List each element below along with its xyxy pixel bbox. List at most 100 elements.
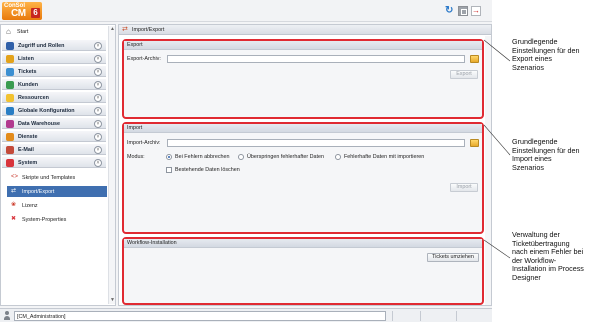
sidebar-subitem-label: Import/Export <box>22 189 55 195</box>
sidebar-item-listen[interactable]: Listen ˅ <box>2 52 106 64</box>
sidebar-subitem-label: Skripte und Templates <box>22 175 76 181</box>
status-bar: [CM_Administration] <box>0 308 492 322</box>
import-export-icon: ⇄ <box>11 188 17 194</box>
radio-skip-faulty-data[interactable] <box>238 154 244 160</box>
export-folder-icon[interactable] <box>470 55 479 63</box>
radio-abort-on-error[interactable] <box>166 154 172 160</box>
chevron-down-icon[interactable]: ˅ <box>94 133 102 141</box>
annotation-workflow: Verwaltung der Ticketübertragung nach eine… <box>512 230 600 283</box>
import-export-icon: ⇄ <box>122 26 128 33</box>
import-section-title: Import <box>127 125 143 131</box>
chevron-down-icon[interactable]: ˅ <box>94 94 102 102</box>
properties-icon: ✖ <box>11 216 17 222</box>
import-archive-field[interactable] <box>167 139 465 147</box>
sidebar-item-label: Kunden <box>18 82 39 88</box>
sidebar-scrollbar[interactable]: ▲ ▼ <box>108 26 115 304</box>
sidebar-subitem-system-properties[interactable]: ✖ System-Properties <box>7 214 107 225</box>
sidebar-subitem-label: Lizenz <box>22 203 38 209</box>
status-segment <box>420 311 456 321</box>
status-segment <box>456 311 492 321</box>
refresh-icon[interactable]: ↻ <box>445 6 455 16</box>
sidebar-item-system[interactable]: System ˄ <box>2 156 106 168</box>
annotation-line-text: Szenarios <box>512 62 544 72</box>
export-archive-label: Export-Archiv: <box>127 56 161 62</box>
chevron-down-icon[interactable]: ˅ <box>94 68 102 76</box>
import-folder-icon[interactable] <box>470 139 479 147</box>
sidebar-item-globale-konfiguration[interactable]: Globale Konfiguration ˅ <box>2 104 106 116</box>
chevron-down-icon[interactable]: ˅ <box>94 146 102 154</box>
warehouse-icon <box>6 120 14 128</box>
sidebar-item-dienste[interactable]: Dienste ˅ <box>2 130 106 142</box>
import-button[interactable]: Import <box>450 183 478 192</box>
delete-existing-data-checkbox[interactable] <box>166 167 172 173</box>
annotation-line-text: Szenarios <box>512 162 544 172</box>
panel-header: ⇄ Import/Export <box>119 25 491 35</box>
workflow-installation-section: Workflow-Installation Tickets umziehen <box>122 237 484 305</box>
status-segment <box>392 311 420 321</box>
chevron-up-icon[interactable]: ˄ <box>94 159 102 167</box>
radio-import-faulty-data-label: Fehlerhafte Daten mit importieren <box>344 154 425 160</box>
key-icon <box>6 42 14 50</box>
sidebar-item-label: Tickets <box>18 69 37 75</box>
export-section-header: Export <box>124 41 482 50</box>
delete-existing-data-label: Bestehende Daten löschen <box>175 167 240 173</box>
scroll-down-icon[interactable]: ▼ <box>110 298 115 303</box>
ticket-icon <box>6 68 14 76</box>
scroll-up-icon[interactable]: ▲ <box>110 27 115 32</box>
window-icon[interactable] <box>458 6 468 16</box>
import-archive-label: Import-Archiv: <box>127 140 161 146</box>
chevron-down-icon[interactable]: ˅ <box>94 107 102 115</box>
workflow-section-header: Workflow-Installation <box>124 239 482 248</box>
sidebar-item-label: Listen <box>18 56 34 62</box>
gear-icon <box>6 159 14 167</box>
import-export-panel: ⇄ Import/Export Export Export-Archiv: Ex… <box>118 24 492 306</box>
move-tickets-button[interactable]: Tickets umziehen <box>427 253 479 262</box>
sidebar-item-ressourcen[interactable]: Ressourcen ˅ <box>2 91 106 103</box>
sidebar-item-data-warehouse[interactable]: Data Warehouse ˅ <box>2 117 106 129</box>
sidebar-item-label: Dienste <box>18 134 38 140</box>
logo-text-cm: CM <box>11 8 26 19</box>
chevron-down-icon[interactable]: ˅ <box>94 42 102 50</box>
application-window: ConSol CM 6 ↻ → ⌂ Start Zugriff und Roll… <box>0 0 492 322</box>
sidebar-subitem-lizenz[interactable]: ❀ Lizenz <box>7 200 107 211</box>
consol-cm-logo: ConSol CM 6 <box>2 2 42 20</box>
export-section-title: Export <box>127 42 143 48</box>
import-section-header: Import <box>124 124 482 133</box>
chevron-down-icon[interactable]: ˅ <box>94 55 102 63</box>
logo-text-version: 6 <box>31 8 40 18</box>
export-archive-field[interactable] <box>167 55 465 63</box>
import-mode-label: Modus: <box>127 154 145 160</box>
chevron-down-icon[interactable]: ˅ <box>94 120 102 128</box>
sidebar-item-zugriff-und-rollen[interactable]: Zugriff und Rollen ˅ <box>2 39 106 51</box>
export-button[interactable]: Export <box>450 70 478 79</box>
user-icon <box>4 311 10 320</box>
license-icon: ❀ <box>11 202 17 208</box>
sidebar-subitem-import-export[interactable]: ⇄ Import/Export <box>7 186 107 197</box>
customer-icon <box>6 81 14 89</box>
sidebar-subitem-skripte-und-templates[interactable]: <> Skripte und Templates <box>7 172 107 183</box>
panel-title: Import/Export <box>132 27 165 33</box>
chevron-down-icon[interactable]: ˅ <box>94 81 102 89</box>
sidebar-item-label: System <box>18 160 38 166</box>
radio-abort-on-error-label: Bei Fehlern abbrechen <box>175 154 230 160</box>
sidebar-item-e-mail[interactable]: E-Mail ˅ <box>2 143 106 155</box>
sidebar-item-label: Zugriff und Rollen <box>18 43 65 49</box>
radio-import-faulty-data[interactable] <box>335 154 341 160</box>
logout-icon[interactable]: → <box>471 6 481 16</box>
import-section: Import Import-Archiv: Modus: Bei Fehlern… <box>122 122 484 234</box>
services-icon <box>6 133 14 141</box>
sidebar-item-tickets[interactable]: Tickets ˅ <box>2 65 106 77</box>
sidebar-item-kunden[interactable]: Kunden ˅ <box>2 78 106 90</box>
globe-icon <box>6 107 14 115</box>
sidebar-item-label: Start <box>17 29 29 35</box>
list-icon <box>6 55 14 63</box>
top-bar: ConSol CM 6 ↻ → <box>0 0 492 22</box>
radio-skip-faulty-data-label: Überspringen fehlerhafter Daten <box>247 154 325 160</box>
annotation-line-text: Designer <box>512 272 541 282</box>
sidebar-item-start[interactable]: ⌂ Start <box>2 26 108 38</box>
annotation-export: Grundlegende Einstellungen für den Export … <box>512 37 600 72</box>
panel-scrollbar[interactable] <box>485 36 491 305</box>
workflow-section-title: Workflow-Installation <box>127 240 177 246</box>
sidebar-item-label: Ressourcen <box>18 95 49 101</box>
sidebar-item-label: E-Mail <box>18 147 34 153</box>
